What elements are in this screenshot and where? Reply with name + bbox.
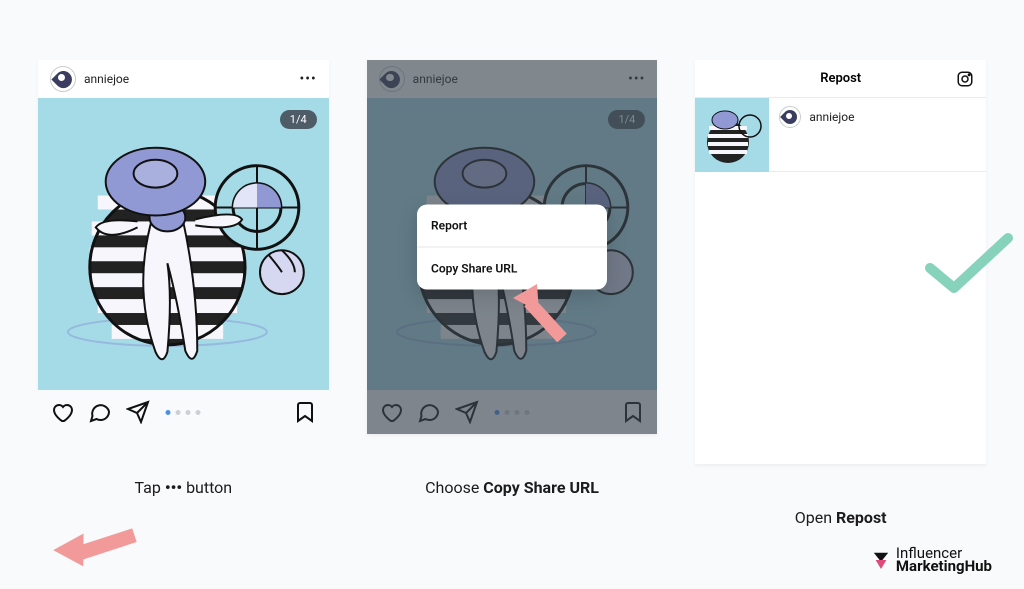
pointer-arrow: [507, 280, 587, 350]
pointer-arrow: [38, 493, 148, 581]
checkmark-icon: [924, 230, 1014, 302]
post-actions: [38, 390, 329, 434]
logo-mark-icon: [872, 551, 890, 569]
share-icon[interactable]: [126, 400, 150, 424]
logo-text: Influencer MarketingHub: [896, 546, 992, 576]
panel-step-3: Repost: [695, 60, 986, 581]
post-card: anniejoe •••: [367, 60, 658, 434]
more-options-button[interactable]: •••: [300, 71, 317, 87]
repost-body: [695, 172, 986, 464]
post-card: anniejoe •••: [38, 60, 329, 390]
step-caption: Open Repost: [695, 508, 986, 527]
post-image[interactable]: 1/4: [38, 98, 329, 390]
repost-header: Repost: [695, 60, 986, 98]
bookmark-icon[interactable]: [293, 400, 317, 424]
repost-item-meta: anniejoe: [769, 98, 864, 136]
carousel-counter: 1/4: [280, 110, 317, 129]
brand-logo: Influencer MarketingHub: [872, 546, 992, 576]
step-caption: Tap ••• button: [38, 478, 329, 497]
like-icon[interactable]: [50, 400, 74, 424]
panel-step-1: anniejoe •••: [38, 60, 329, 581]
action-report[interactable]: Report: [417, 205, 607, 247]
post-header: anniejoe •••: [38, 60, 329, 98]
repost-list-item[interactable]: anniejoe: [695, 98, 986, 172]
username-label: anniejoe: [809, 110, 854, 124]
username-label[interactable]: anniejoe: [84, 72, 129, 86]
avatar: [779, 106, 801, 128]
step-caption: Choose Copy Share URL: [367, 478, 658, 497]
repost-title: Repost: [820, 71, 861, 86]
carousel-indicator: [166, 410, 201, 415]
post-thumbnail: [695, 98, 769, 172]
illustration: [38, 98, 329, 389]
panel-step-2: anniejoe •••: [367, 60, 658, 581]
comment-icon[interactable]: [88, 400, 112, 424]
instagram-icon[interactable]: [956, 70, 974, 88]
avatar[interactable]: [50, 66, 76, 92]
action-sheet: Report Copy Share URL: [417, 205, 607, 290]
